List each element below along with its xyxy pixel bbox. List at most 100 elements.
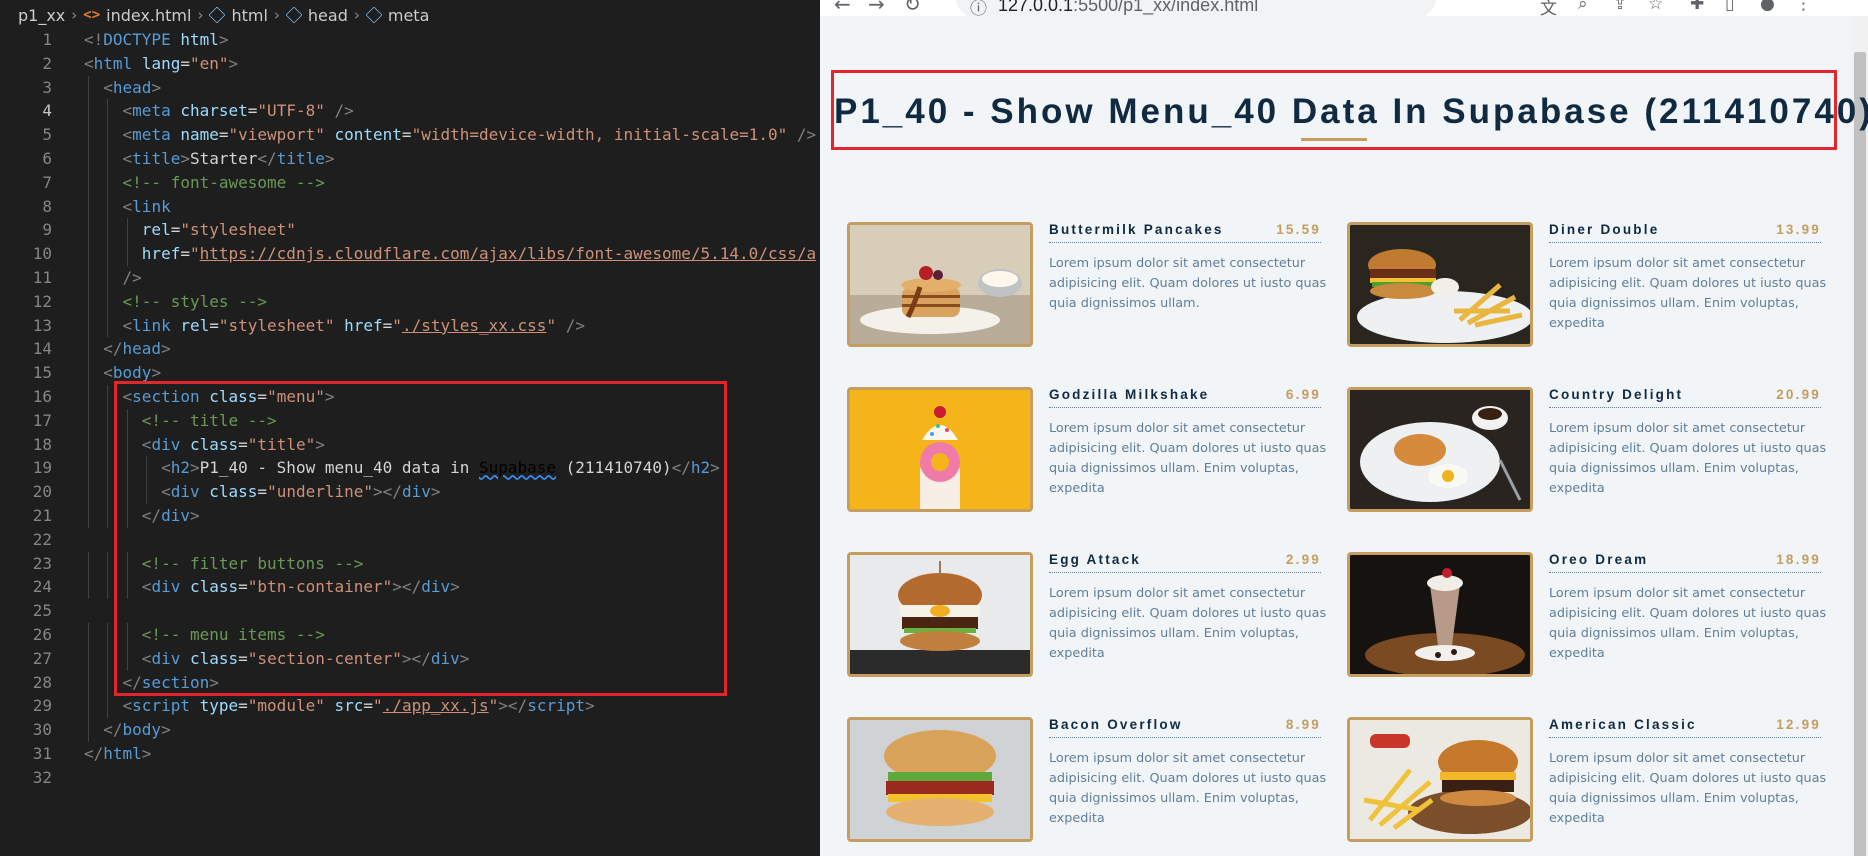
code-text: href="https://cdnjs.cloudflare.com/ajax/… [141, 244, 817, 264]
breadcrumb-symbol-head[interactable]: head [308, 6, 348, 25]
code-line[interactable]: 8 <link [0, 194, 820, 219]
reload-icon[interactable]: ↻ [904, 0, 921, 16]
code-text: <title>Starter</title> [122, 148, 335, 168]
item-header: Oreo Dream 18.99 [1549, 552, 1821, 573]
item-name: Godzilla Milkshake [1049, 387, 1210, 402]
line-number: 30 [32, 720, 52, 740]
code-line[interactable]: 29 <script type="module" src="./app_xx.j… [0, 694, 820, 719]
line-number: 21 [32, 505, 52, 525]
item-header: Country Delight 20.99 [1549, 387, 1821, 408]
code-line[interactable]: 30 </body> [0, 718, 820, 742]
line-number: 9 [42, 220, 52, 240]
item-price: 15.59 [1276, 222, 1321, 237]
code-text: <meta name="viewport" content="width=dev… [122, 125, 817, 145]
line-number: 10 [32, 244, 52, 264]
code-text: rel="stylesheet" [141, 220, 296, 240]
item-description: Lorem ipsum dolor sit amet consectetur a… [1549, 421, 1827, 496]
forward-icon[interactable]: → [868, 0, 885, 16]
line-number: 4 [42, 101, 52, 121]
scrollbar[interactable] [1852, 16, 1868, 856]
menu-item: Country Delight 20.99 Lorem ipsum dolor … [1347, 387, 1845, 512]
scrollbar-thumb[interactable] [1854, 52, 1866, 856]
translate-icon[interactable]: 文 [1540, 0, 1557, 19]
item-header: Godzilla Milkshake 6.99 [1049, 387, 1321, 408]
item-price: 18.99 [1776, 552, 1821, 567]
line-number: 19 [32, 458, 52, 478]
back-icon[interactable]: ← [834, 0, 851, 16]
item-description: Lorem ipsum dolor sit amet consectetur a… [1049, 586, 1327, 661]
code-line[interactable]: 31 </html> [0, 742, 820, 766]
item-name: Bacon Overflow [1049, 717, 1183, 732]
title-underline [1301, 138, 1367, 141]
code-line[interactable]: 7 <!-- font-awesome --> [0, 170, 820, 195]
sidepanel-icon[interactable]: ▯ [1725, 0, 1734, 14]
food-image-egg-burger [847, 552, 1033, 677]
code-line[interactable]: 6 <title>Starter</title> [0, 146, 820, 171]
symbol-icon [285, 6, 303, 24]
line-number: 2 [42, 53, 52, 73]
item-price: 12.99 [1776, 717, 1821, 732]
food-image-oreo-shake [1347, 552, 1533, 677]
code-line[interactable]: 1 <!DOCTYPE html> [0, 28, 820, 52]
food-image-burger-fries [1347, 222, 1533, 347]
code-line[interactable]: 11 /> [0, 265, 820, 290]
breadcrumb: p1_xx › <> index.html › html › head › me… [0, 0, 820, 30]
food-image-classic-burger [1347, 717, 1533, 842]
item-name: Oreo Dream [1549, 552, 1649, 567]
info-icon[interactable]: ⓘ [970, 0, 987, 19]
breadcrumb-symbol-html[interactable]: html [231, 6, 267, 25]
code-line[interactable]: 12 <!-- styles --> [0, 289, 820, 314]
menu-item: Egg Attack 2.99 Lorem ipsum dolor sit am… [847, 552, 1345, 677]
breadcrumb-symbol-meta[interactable]: meta [388, 6, 430, 25]
line-number: 16 [32, 386, 52, 406]
breadcrumb-folder[interactable]: p1_xx [18, 6, 65, 25]
item-price: 20.99 [1776, 387, 1821, 402]
code-line[interactable]: 4 <meta charset="UTF-8" /> [0, 99, 820, 124]
menu-item: American Classic 12.99 Lorem ipsum dolor… [1347, 717, 1845, 842]
item-header: Egg Attack 2.99 [1049, 552, 1321, 573]
breadcrumb-file[interactable]: index.html [106, 6, 191, 25]
line-number: 11 [32, 267, 52, 287]
item-description: Lorem ipsum dolor sit amet consectetur a… [1549, 751, 1827, 826]
html-file-icon: <> [83, 7, 101, 23]
line-number: 32 [32, 767, 52, 787]
line-number: 3 [42, 77, 52, 97]
food-image-breakfast [1347, 387, 1533, 512]
code-line[interactable]: 9 rel="stylesheet" [0, 218, 820, 243]
line-number: 15 [32, 363, 52, 383]
line-number: 7 [42, 172, 52, 192]
share-icon[interactable]: ⇪ [1613, 0, 1627, 14]
more-icon[interactable]: ⋮ [1795, 0, 1812, 14]
item-price: 8.99 [1285, 717, 1321, 732]
code-line[interactable]: 10 href="https://cdnjs.cloudflare.com/aj… [0, 242, 820, 266]
menu-item: Bacon Overflow 8.99 Lorem ipsum dolor si… [847, 717, 1345, 842]
line-number: 18 [32, 434, 52, 454]
code-text: /> [122, 267, 142, 287]
code-line[interactable]: 3 <head> [0, 75, 820, 100]
highlight-box [114, 381, 727, 696]
url-text[interactable]: 127.0.0.1:5500/p1_xx/index.html [998, 0, 1258, 16]
line-number: 28 [32, 672, 52, 692]
zoom-icon[interactable]: ⌕ [1578, 0, 1588, 14]
code-line[interactable]: 13 <link rel="stylesheet" href="./styles… [0, 313, 820, 338]
code-text: <html lang="en"> [84, 53, 239, 73]
line-number: 31 [32, 743, 52, 763]
line-number: 5 [42, 125, 52, 145]
code-line[interactable]: 5 <meta name="viewport" content="width=d… [0, 123, 820, 147]
extensions-icon[interactable]: ✚ [1690, 0, 1704, 14]
code-line[interactable]: 2 <html lang="en"> [0, 52, 820, 76]
item-name: Country Delight [1549, 387, 1684, 402]
code-text: </html> [84, 743, 152, 763]
item-description: Lorem ipsum dolor sit amet consectetur a… [1049, 421, 1327, 496]
food-image-pancakes [847, 222, 1033, 347]
code-line[interactable]: 14 </head> [0, 337, 820, 362]
item-price: 2.99 [1285, 552, 1321, 567]
star-icon[interactable]: ☆ [1648, 0, 1663, 14]
code-line[interactable]: 32 [0, 766, 820, 790]
code-editor[interactable]: p1_xx › <> index.html › html › head › me… [0, 0, 820, 856]
item-name: American Classic [1549, 717, 1697, 732]
line-number: 6 [42, 148, 52, 168]
code-text: <!DOCTYPE html> [84, 30, 229, 49]
line-number: 26 [32, 624, 52, 644]
profile-icon[interactable]: ● [1760, 0, 1775, 14]
